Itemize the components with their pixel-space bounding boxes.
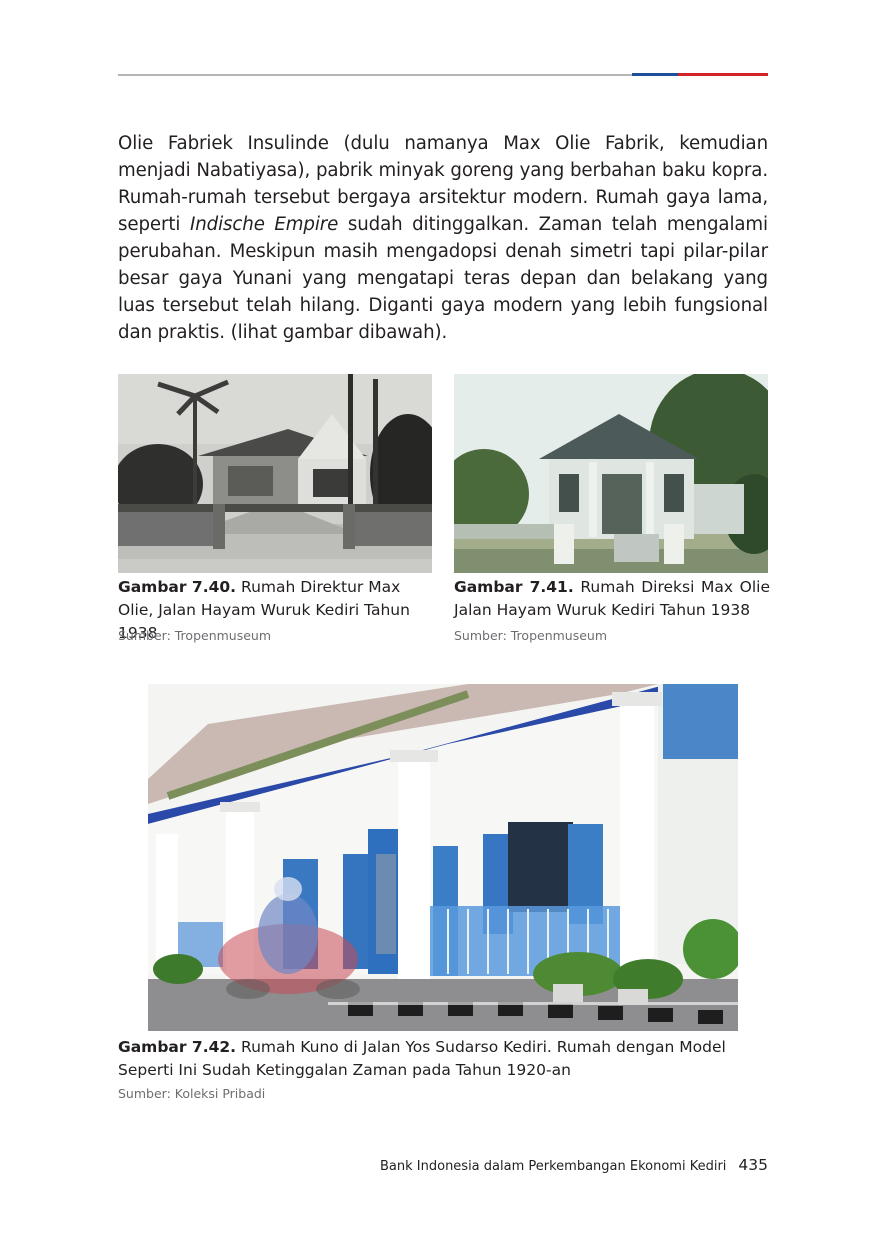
figure-7-41-caption: Gambar 7.41. Rumah Direksi Max Olie Jala… — [454, 576, 770, 622]
header-rule-red — [678, 73, 768, 76]
body-text-italic: Indische Empire — [189, 214, 339, 235]
figure-7-40-label: Gambar 7.40. — [118, 578, 237, 596]
header-rule-gray — [118, 74, 632, 76]
figure-7-42-label: Gambar 7.42. — [118, 1038, 237, 1056]
figure-7-40-source: Sumber: Tropenmuseum — [118, 628, 272, 643]
figure-7-42-caption: Gambar 7.42. Rumah Kuno di Jalan Yos Sud… — [118, 1036, 772, 1082]
figure-7-42-source: Sumber: Koleksi Pribadi — [118, 1086, 266, 1101]
figure-7-41-label: Gambar 7.41. — [454, 578, 574, 596]
body-paragraph: Olie Fabriek Insulinde (dulu namanya Max… — [118, 130, 768, 346]
header-rule — [118, 73, 768, 76]
figure-7-41-photo — [454, 374, 768, 573]
figure-7-40-photo — [118, 374, 432, 573]
figure-7-41-source: Sumber: Tropenmuseum — [454, 628, 608, 643]
page-number: 435 — [738, 1156, 768, 1174]
footer-book-title: Bank Indonesia dalam Perkembangan Ekonom… — [380, 1159, 727, 1174]
header-rule-blue — [632, 73, 678, 76]
figure-7-42-photo — [148, 684, 738, 1031]
page-footer: Bank Indonesia dalam Perkembangan Ekonom… — [380, 1155, 768, 1174]
